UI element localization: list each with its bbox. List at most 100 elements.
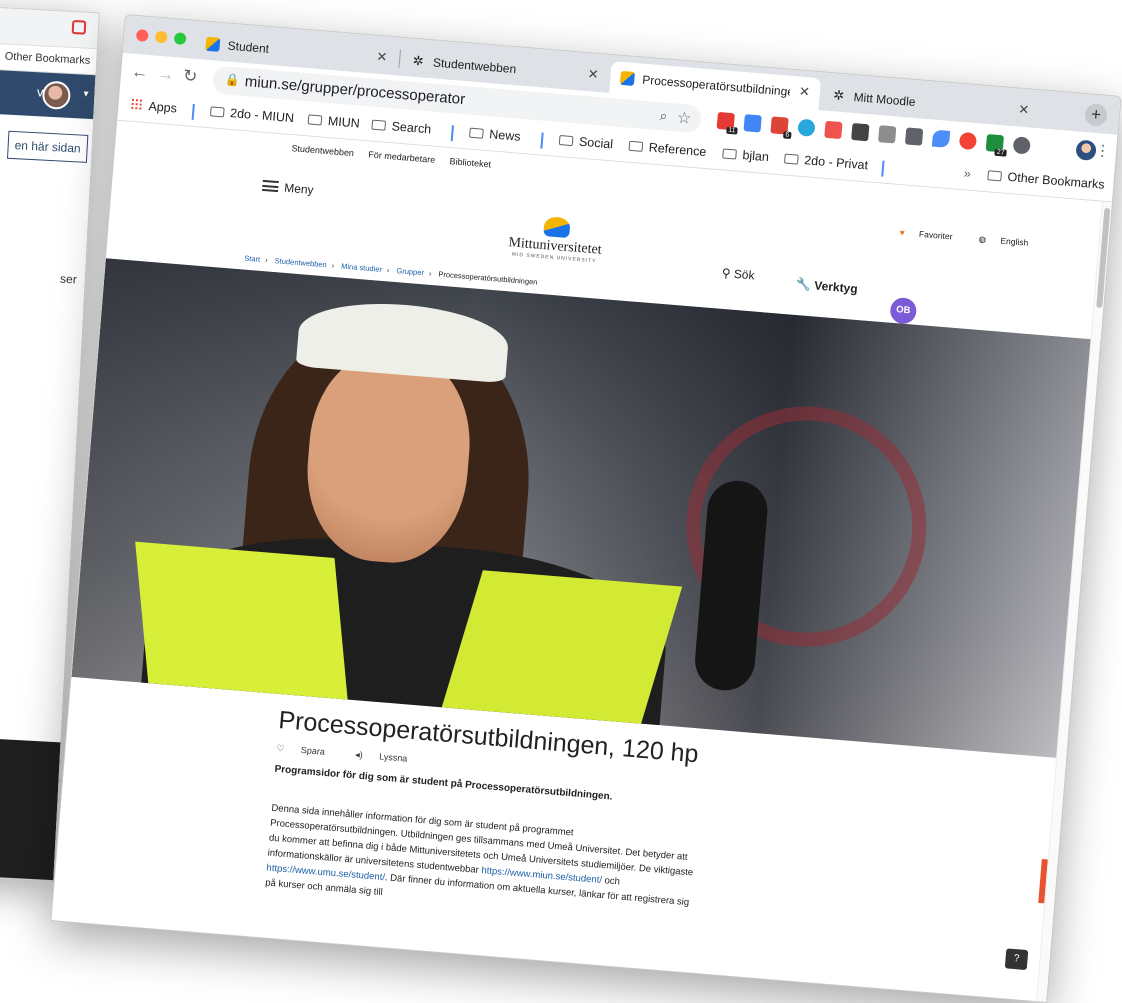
folder-icon (307, 114, 323, 126)
close-window-button[interactable] (135, 29, 149, 42)
folder-icon (469, 127, 484, 139)
listen-button[interactable]: ◂) Lyssna (355, 749, 422, 764)
folder-icon (209, 106, 225, 118)
menu-label: Meny (283, 180, 315, 198)
todoist-extension-icon[interactable]: 6 (770, 116, 792, 139)
minimize-window-button[interactable] (154, 30, 168, 44)
miun-favicon-icon (619, 70, 635, 86)
hamburger-icon (261, 179, 279, 193)
background-tabstrip (0, 5, 99, 50)
favorites-link[interactable]: ♥ Favoriter (887, 226, 953, 241)
forward-arrow-icon[interactable]: → (156, 64, 174, 85)
site-logo[interactable]: Mittuniversitetet MID SWEDEN UNIVERSITY (507, 213, 604, 264)
other-bookmarks-link[interactable]: Other Bookmarks (4, 50, 90, 66)
zoom-window-button[interactable] (173, 32, 187, 46)
web-page: Studentwebben För medarbetare Biblioteke… (51, 120, 1112, 1003)
folder-icon (722, 148, 737, 160)
link-studentwebben[interactable]: Studentwebben (291, 143, 354, 158)
bookmark-bjlan[interactable]: bjlan (722, 146, 769, 164)
menu-button[interactable]: Meny (261, 179, 315, 198)
browser-window: Student ✕ ✲ Studentwebben ✕ Processopera… (50, 14, 1122, 1003)
heart-icon: ♥ (899, 227, 906, 238)
bookmark-apps[interactable]: Apps (130, 97, 177, 116)
english-link[interactable]: ◍ English (966, 233, 1028, 248)
puzzle-extension-icon[interactable] (1012, 136, 1031, 155)
reload-icon[interactable]: ↻ (182, 66, 198, 87)
window-extension-icon[interactable] (878, 125, 897, 144)
hero-image (51, 254, 1103, 759)
zoom-icon[interactable]: ⌕ (659, 107, 668, 125)
bookmark-miun[interactable]: MIUN (307, 112, 360, 131)
chevron-down-icon[interactable]: ▾ (83, 89, 89, 100)
background-footer: 0 (0, 734, 61, 882)
logo-mark-icon (542, 216, 571, 239)
close-tab-icon[interactable]: ✕ (376, 49, 388, 66)
globe-icon: ◍ (978, 233, 987, 245)
calendar-extension-icon[interactable]: 11 (716, 111, 738, 135)
edit-page-button[interactable]: en här sidan (6, 130, 89, 163)
bookmarks-overflow-icon[interactable]: » (963, 166, 971, 181)
tools-button[interactable]: 🔧 Verktyg (796, 277, 859, 296)
opera-extension-icon[interactable] (958, 131, 978, 151)
bookmark-separator (450, 125, 454, 142)
body-text: Denna sida innehåller information för di… (264, 802, 694, 909)
tab-label: Processoperatörsutbildningen (641, 72, 791, 99)
new-tab-button[interactable]: + (1084, 103, 1108, 127)
bookmark-other[interactable]: Other Bookmarks (987, 168, 1105, 192)
link-biblioteket[interactable]: Biblioteket (449, 156, 491, 169)
breadcrumb-grupper[interactable]: Grupper (396, 266, 424, 277)
page-content: Processoperatörsutbildningen, 120 hp ♡ S… (265, 706, 709, 926)
link-for-medarbetare[interactable]: För medarbetare (368, 149, 436, 164)
search-label: Sök (733, 266, 756, 283)
user-avatar[interactable]: OB (889, 296, 918, 325)
breadcrumb-start[interactable]: Start (244, 254, 261, 264)
extension-icon[interactable] (71, 19, 87, 35)
bookmark-2do-privat[interactable]: 2do - Privat (783, 152, 869, 172)
blue-extension-icon[interactable] (797, 118, 816, 137)
tools-label: Verktyg (813, 278, 859, 296)
bookmark-social[interactable]: Social (558, 133, 614, 151)
folder-icon (371, 119, 387, 131)
bookmark-separator (881, 160, 885, 177)
sidebar-text: ser (59, 271, 78, 287)
avatar[interactable] (41, 80, 72, 110)
bookmark-search[interactable]: Search (371, 118, 432, 136)
bookmark-star-icon[interactable]: ☆ (676, 108, 692, 129)
lock-icon[interactable]: 🔒 (224, 72, 240, 87)
tab-label: Student (227, 38, 270, 56)
wrench-icon: 🔧 (795, 276, 812, 293)
bookmark-separator (540, 132, 544, 149)
more-menu-icon[interactable]: ⋮ (1094, 141, 1110, 160)
miun-favicon-icon (205, 36, 221, 52)
feather-extension-icon[interactable] (931, 129, 951, 148)
moodle-favicon-icon: ✲ (832, 87, 845, 104)
image-extension-icon[interactable] (824, 120, 843, 140)
calculator-extension-icon[interactable] (904, 127, 924, 146)
bookmark-reference[interactable]: Reference (628, 139, 707, 159)
search-icon: ⚲ (721, 265, 732, 281)
favorites-language-links: ♥ Favoriter ◍ English (875, 225, 1028, 249)
close-tab-icon[interactable]: ✕ (798, 84, 810, 101)
date-extension-icon[interactable]: 27 (985, 134, 1007, 157)
apps-grid-icon (130, 97, 144, 111)
bookmark-separator (191, 103, 195, 120)
chat-button[interactable]: ? (1004, 948, 1029, 971)
heart-icon: ♡ (275, 742, 285, 754)
bookmark-2do-miun[interactable]: 2do - MIUN (209, 104, 295, 125)
background-site-nav: vist ▾ (0, 66, 96, 120)
breadcrumb-studentwebben[interactable]: Studentwebben (274, 256, 327, 269)
folder-icon (783, 153, 799, 165)
close-tab-icon[interactable]: ✕ (587, 66, 599, 83)
studentwebben-favicon-icon: ✲ (412, 52, 425, 69)
breadcrumb-current: Processoperatörsutbildningen (438, 269, 538, 287)
cast-extension-icon[interactable] (851, 122, 870, 142)
tab-label: Mitt Moodle (853, 90, 917, 110)
folder-icon (558, 135, 574, 147)
save-button[interactable]: ♡ Spara (276, 743, 339, 758)
close-tab-icon[interactable]: ✕ (1018, 102, 1030, 119)
search-button[interactable]: ⚲ Sök (721, 266, 755, 283)
back-arrow-icon[interactable]: ← (130, 62, 149, 83)
bookmark-news[interactable]: News (469, 126, 521, 144)
breadcrumb-mina-studier[interactable]: Mina studier (341, 262, 382, 274)
docs-extension-icon[interactable] (743, 114, 762, 133)
